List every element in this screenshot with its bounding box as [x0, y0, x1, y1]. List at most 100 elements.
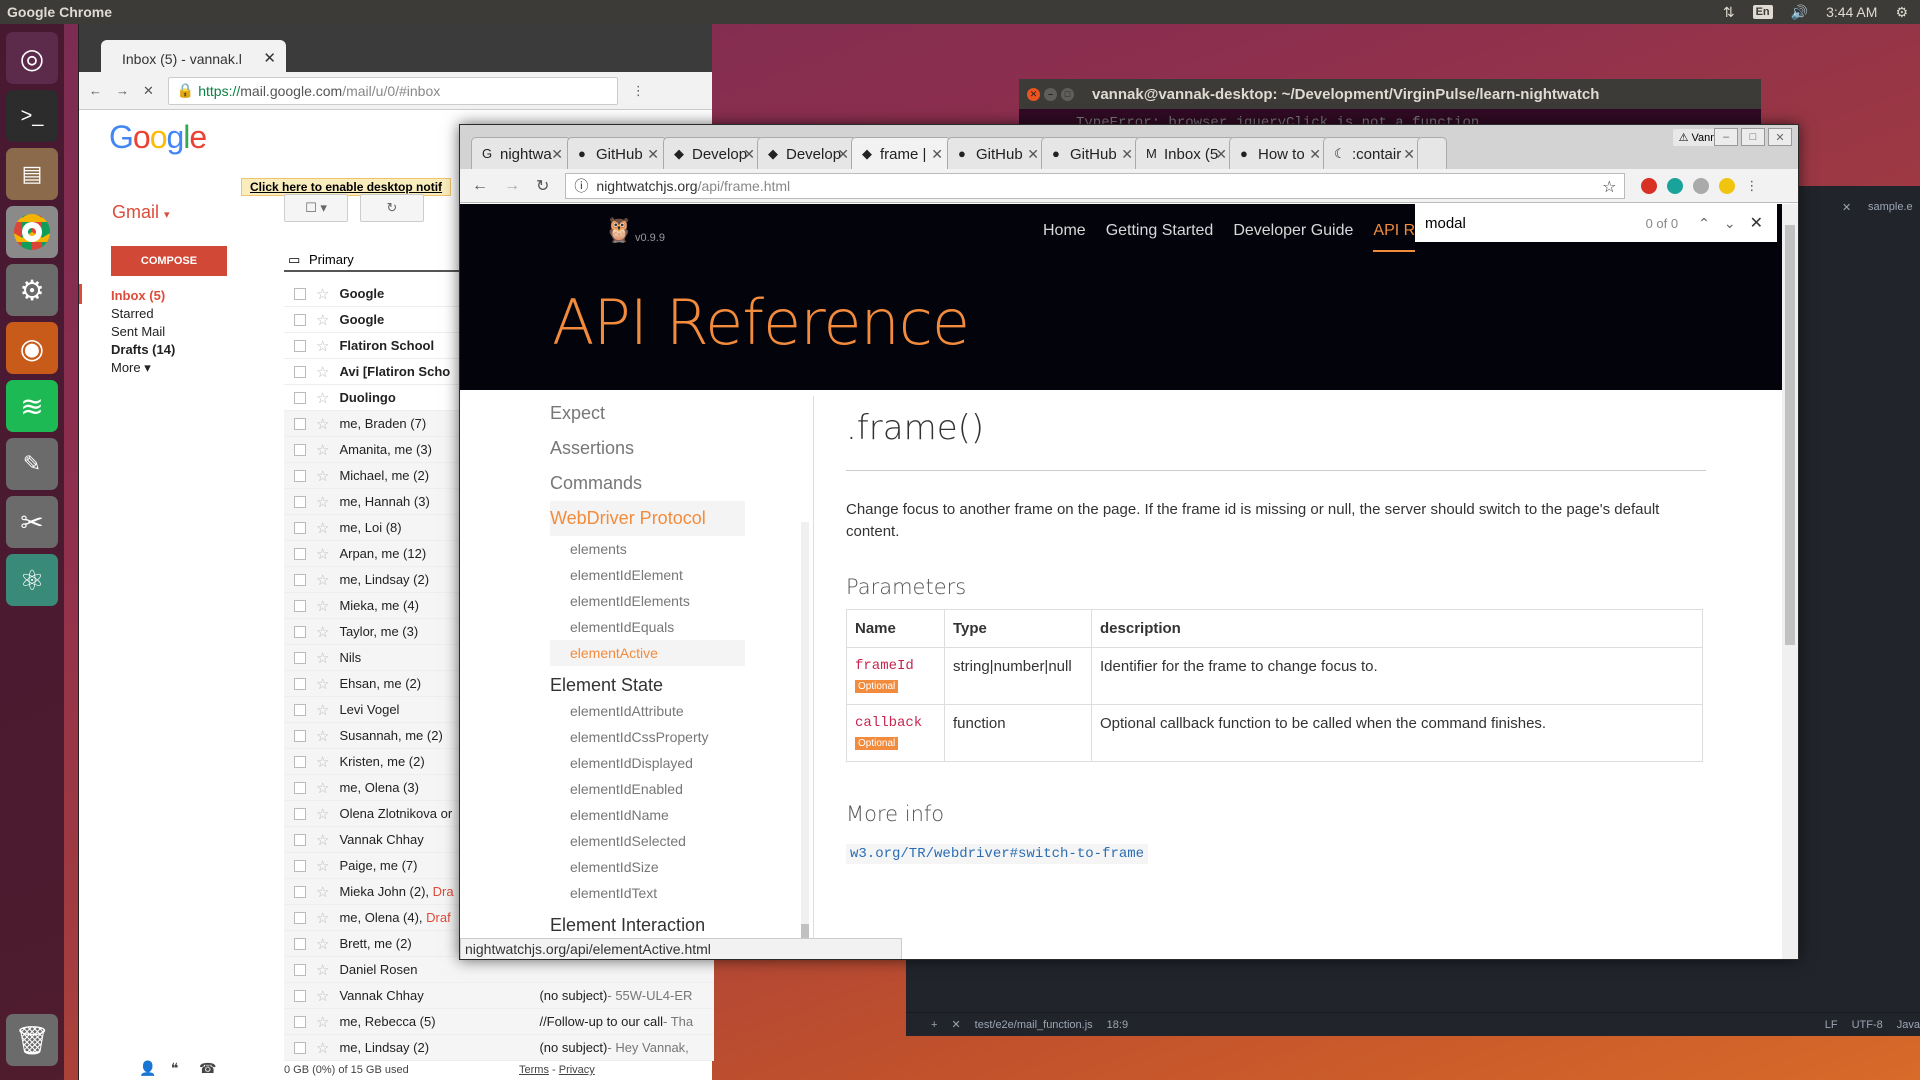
row-checkbox[interactable]	[294, 365, 306, 378]
network-icon[interactable]: ⇅	[1723, 4, 1735, 21]
star-icon[interactable]: ☆	[316, 675, 329, 693]
sidebar-link[interactable]: elementIdName	[550, 802, 745, 828]
row-checkbox[interactable]	[294, 599, 306, 612]
find-next-icon[interactable]: ⌄	[1724, 215, 1736, 232]
contacts-icon[interactable]: 👤	[139, 1060, 156, 1077]
close-icon[interactable]: ✕	[1403, 146, 1415, 163]
mail-row[interactable]: ☆ Vannak Chhay (no subject) - 55W-UL4-ER	[284, 983, 714, 1009]
clock[interactable]: 3:44 AM	[1826, 4, 1877, 20]
status-grammar[interactable]: Java	[1897, 1019, 1920, 1031]
refresh-button[interactable]: ↻	[360, 194, 424, 222]
mail-row[interactable]: ☆ me, Lindsay (2) (no subject) - Hey Vanna…	[284, 1035, 714, 1061]
sidebar-section[interactable]: Assertions	[550, 431, 745, 466]
close-icon[interactable]: ✕	[1842, 201, 1851, 214]
row-checkbox[interactable]	[294, 313, 306, 326]
sidebar-link[interactable]: elements	[550, 536, 745, 562]
row-checkbox[interactable]	[294, 625, 306, 638]
row-checkbox[interactable]	[294, 755, 306, 768]
row-checkbox[interactable]	[294, 703, 306, 716]
new-tab-button[interactable]	[1417, 137, 1447, 169]
star-icon[interactable]: ☆	[316, 389, 329, 407]
mail-row[interactable]: ☆ me, Rebecca (5)//Follow-up to our call …	[284, 1009, 714, 1035]
close-icon[interactable]: ✕	[1121, 146, 1133, 163]
address-bar[interactable]: ⓘ nightwatchjs.org/api/frame.html ☆	[565, 172, 1626, 199]
row-checkbox[interactable]	[294, 521, 306, 534]
row-checkbox[interactable]	[294, 417, 306, 430]
minimize-icon[interactable]: –	[1044, 87, 1057, 101]
sidebar-link[interactable]: elementIdEquals	[550, 614, 745, 640]
sidebar-link[interactable]: elementIdSize	[550, 854, 745, 880]
sidebar-link[interactable]: elementIdAttribute	[550, 698, 745, 724]
forward-arrow-icon[interactable]: →	[504, 177, 520, 195]
moon-extension-icon[interactable]	[1719, 177, 1736, 194]
close-icon[interactable]: ✕	[1768, 128, 1792, 146]
star-icon[interactable]: ☆	[316, 571, 329, 589]
row-checkbox[interactable]	[294, 937, 306, 950]
sidebar-scrollbar[interactable]	[801, 522, 809, 959]
close-icon[interactable]: ✕	[951, 1018, 960, 1031]
star-icon[interactable]: ☆	[316, 987, 329, 1005]
firefox-icon[interactable]: ◉	[6, 322, 58, 374]
maximize-icon[interactable]: □	[1061, 87, 1074, 101]
star-icon[interactable]: ☆	[316, 857, 329, 875]
menu-dots-icon[interactable]: ⋮	[1745, 178, 1758, 194]
sidebar-section[interactable]: Expect	[550, 396, 745, 431]
atom-tab-label[interactable]: sample.e	[1868, 201, 1913, 213]
close-icon[interactable]: ✕	[743, 146, 755, 163]
row-checkbox[interactable]	[294, 573, 306, 586]
reload-icon[interactable]: ↻	[536, 176, 549, 196]
star-icon[interactable]: ☆	[316, 701, 329, 719]
find-input[interactable]: modal	[1425, 215, 1466, 232]
forward-arrow-icon[interactable]: →	[116, 83, 129, 98]
row-checkbox[interactable]	[294, 443, 306, 456]
spotify-icon[interactable]: ≋	[6, 380, 58, 432]
close-icon[interactable]: ✕	[1027, 87, 1040, 101]
bookmark-star-icon[interactable]: ☆	[1602, 177, 1616, 197]
nav-developer-guide[interactable]: Developer Guide	[1233, 222, 1353, 252]
gmail-app-menu[interactable]: Gmail ▾	[112, 202, 170, 223]
privacy-link[interactable]: Privacy	[559, 1064, 595, 1076]
close-icon[interactable]: ✕	[263, 49, 276, 67]
hangouts-icon[interactable]: ❝	[171, 1060, 179, 1077]
star-icon[interactable]: ☆	[316, 909, 329, 927]
status-file-path[interactable]: test/e2e/mail_function.js	[975, 1019, 1093, 1031]
close-icon[interactable]: ✕	[837, 146, 849, 163]
mail-row[interactable]: ☆ Daniel Rosen	[284, 957, 714, 983]
star-icon[interactable]: ☆	[316, 363, 329, 381]
close-icon[interactable]: ✕	[1215, 146, 1227, 163]
row-checkbox[interactable]	[294, 781, 306, 794]
row-checkbox[interactable]	[294, 729, 306, 742]
browser-tab[interactable]: ● GitHub ✕	[1041, 137, 1141, 169]
row-checkbox[interactable]	[294, 963, 306, 976]
sidebar-link[interactable]: elementIdSelected	[550, 828, 745, 854]
add-icon[interactable]: +	[931, 1019, 937, 1031]
row-checkbox[interactable]	[294, 859, 306, 872]
browser-tab[interactable]: ◆ Develop ✕	[757, 137, 857, 169]
row-checkbox[interactable]	[294, 1041, 306, 1054]
compose-button[interactable]: COMPOSE	[111, 246, 227, 276]
close-icon[interactable]: ✕	[931, 146, 943, 163]
keyboard-layout-indicator[interactable]: En	[1752, 5, 1773, 19]
sidebar-link[interactable]: elementIdDisplayed	[550, 750, 745, 776]
row-checkbox[interactable]	[294, 651, 306, 664]
star-icon[interactable]: ☆	[316, 545, 329, 563]
nav-sent[interactable]: Sent Mail	[111, 323, 175, 341]
atom-icon[interactable]: ⚛	[6, 554, 58, 606]
star-icon[interactable]: ☆	[316, 285, 329, 303]
back-arrow-icon[interactable]: ←	[89, 83, 102, 98]
star-icon[interactable]: ☆	[316, 441, 329, 459]
row-checkbox[interactable]	[294, 495, 306, 508]
sidebar-section[interactable]: Commands	[550, 466, 745, 501]
nav-inbox[interactable]: Inbox (5)	[111, 287, 175, 305]
browser-tab[interactable]: ☾:contair ✕	[1323, 137, 1423, 169]
star-icon[interactable]: ☆	[316, 415, 329, 433]
browser-tab[interactable]: ◆ Develop ✕	[663, 137, 763, 169]
find-previous-icon[interactable]: ⌃	[1698, 215, 1710, 232]
sidebar-link[interactable]: elementIdElement	[550, 562, 745, 588]
star-icon[interactable]: ☆	[316, 1039, 329, 1057]
browser-tab[interactable]: ● GitHub ✕	[947, 137, 1047, 169]
star-icon[interactable]: ☆	[316, 649, 329, 667]
gmail-address-bar[interactable]: 🔒 https:// mail.google.com /mail/u/0/#in…	[167, 76, 618, 105]
back-arrow-icon[interactable]: ←	[472, 177, 488, 195]
row-checkbox[interactable]	[294, 885, 306, 898]
